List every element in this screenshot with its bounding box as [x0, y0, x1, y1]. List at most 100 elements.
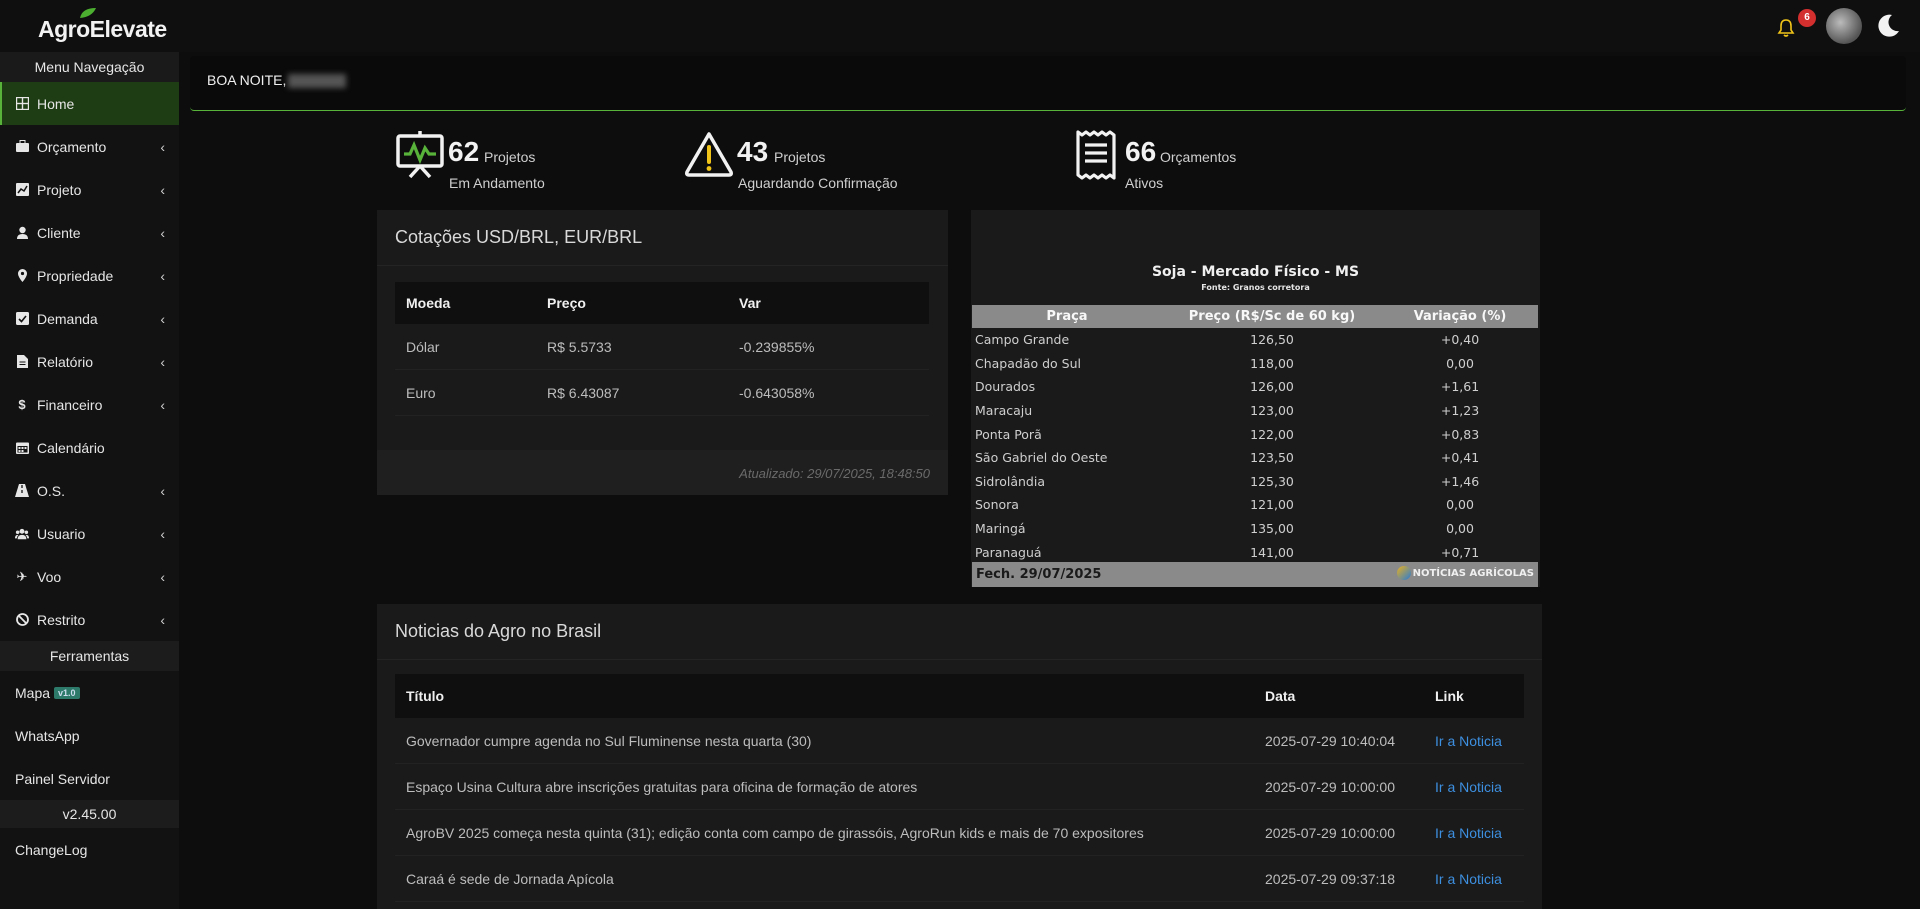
table-cell: 0,00: [1446, 355, 1474, 371]
news-link[interactable]: Ir a Noticia: [1424, 733, 1524, 749]
table-row: Ponta Porã 122,00 +0,83: [972, 422, 1538, 446]
changelog-label: ChangeLog: [15, 841, 88, 858]
table-cell: Sidrolândia: [975, 473, 1045, 489]
noticias-agricolas-logo[interactable]: NOTÍCIAS AGRÍCOLAS: [1396, 566, 1534, 580]
table-row: Paranaguá 141,00 +0,71: [972, 540, 1538, 564]
bell-icon[interactable]: [1776, 18, 1796, 38]
chevron-left-icon: ‹: [160, 483, 165, 499]
sidebar-item-propriedade[interactable]: Propriedade ‹: [0, 254, 179, 297]
table-cell: Maracaju: [975, 403, 1033, 419]
column-header: Moeda: [406, 295, 451, 311]
fx-updated-time: Atualizado: 29/07/2025, 18:48:50: [739, 466, 930, 481]
column-header: Var: [739, 295, 761, 311]
stat-sublabel: Ativos: [1125, 175, 1164, 191]
table-cell: Maringá: [975, 521, 1026, 537]
column-header: Título: [406, 688, 445, 704]
table-cell: +1,61: [1440, 379, 1480, 395]
tool-item-painel-servidor[interactable]: Painel Servidor: [0, 757, 179, 800]
fx-card-footer: Atualizado: 29/07/2025, 18:48:50: [377, 450, 948, 495]
stat-number: 66: [1125, 136, 1157, 167]
stat-number: 43: [737, 136, 769, 167]
table-cell: +1,23: [1440, 403, 1480, 419]
table-cell: Sonora: [975, 497, 1019, 513]
tool-item-label: Painel Servidor: [15, 770, 110, 787]
chevron-left-icon: ‹: [160, 397, 165, 413]
sidebar-item-orcamento[interactable]: Orçamento ‹: [0, 125, 179, 168]
app-version: v2.45.00: [0, 800, 179, 828]
tool-item-whatsapp[interactable]: WhatsApp: [0, 714, 179, 757]
sidebar-item-financeiro[interactable]: $ Financeiro ‹: [0, 383, 179, 426]
news-date: 2025-07-29 10:40:04: [1265, 732, 1395, 749]
table-cell: -0.239855%: [739, 338, 815, 355]
sidebar-item-calendario[interactable]: Calendário: [0, 426, 179, 469]
table-cell: Dólar: [406, 338, 440, 355]
sidebar-item-relatorio[interactable]: Relatório ‹: [0, 340, 179, 383]
sidebar-item-label: Calendário: [37, 439, 105, 456]
sidebar-item-cliente[interactable]: Cliente ‹: [0, 211, 179, 254]
leaf-icon: [80, 8, 96, 18]
sidebar-item-label: O.S.: [37, 482, 66, 499]
chart-icon: [15, 183, 29, 197]
soja-title: Soja - Mercado Físico - MS: [1151, 264, 1360, 280]
sidebar-item-projeto[interactable]: Projeto ‹: [0, 168, 179, 211]
table-row: Maracaju 123,00 +1,23: [972, 399, 1538, 423]
sidebar-item-os[interactable]: O.S. ‹: [0, 469, 179, 512]
stat-label: Orçamentos: [1160, 149, 1237, 165]
user-name-redacted: [288, 74, 347, 89]
table-cell: +1,46: [1440, 473, 1480, 489]
changelog-link[interactable]: ChangeLog: [0, 828, 179, 871]
sidebar-item-voo[interactable]: ✈ Voo ‹: [0, 555, 179, 598]
news-link[interactable]: Ir a Noticia: [1424, 825, 1524, 841]
sidebar-item-restrito[interactable]: Restrito ‹: [0, 598, 179, 641]
stat-sublabel: Aguardando Confirmação: [738, 175, 898, 191]
sidebar-item-label: Restrito: [37, 611, 86, 628]
map-pin-icon: [15, 269, 29, 283]
table-cell: 118,00: [1250, 355, 1294, 371]
soja-widget-header: [971, 210, 1540, 256]
tool-item-mapa[interactable]: Mapa v1.0: [0, 671, 179, 714]
table-row: Euro R$ 6.43087 -0.643058%: [395, 370, 929, 416]
news-table: Título Data Link Governador cumpre agend…: [395, 674, 1524, 902]
table-cell: 121,00: [1250, 497, 1294, 513]
sidebar-item-home[interactable]: Home: [0, 82, 179, 125]
chevron-left-icon: ‹: [160, 612, 165, 628]
sidebar-item-label: Relatório: [37, 353, 94, 370]
table-cell: +0,41: [1440, 450, 1480, 466]
table-cell: -0.643058%: [739, 384, 815, 401]
chevron-left-icon: ‹: [160, 354, 165, 370]
table-cell: +0,40: [1440, 332, 1480, 348]
column-header: Link: [1435, 688, 1464, 704]
table-row: Dólar R$ 5.5733 -0.239855%: [395, 324, 929, 370]
table-row: Espaço Usina Cultura abre inscrições gra…: [395, 764, 1524, 810]
news-card: Noticias do Agro no Brasil Título Data L…: [377, 604, 1542, 909]
table-row: Caraá é sede de Jornada Apícola 2025-07-2…: [395, 856, 1524, 902]
sidebar-menu-title: Menu Navegação: [0, 52, 179, 82]
sidebar-item-demanda[interactable]: Demanda ‹: [0, 297, 179, 340]
table-cell: +0,71: [1440, 544, 1480, 560]
greeting-bar: BOA NOITE,: [190, 56, 1906, 111]
soja-closing-date: Fech. 29/07/2025: [976, 567, 1102, 582]
fx-card-title: Cotações USD/BRL, EUR/BRL: [377, 210, 948, 266]
soja-market-widget: Soja - Mercado Físico - MS Fonte: Granos…: [971, 210, 1540, 587]
table-header: Título Data Link: [395, 674, 1524, 718]
receipt-icon: [1076, 130, 1116, 180]
table-row: AgroBV 2025 começa nesta quinta (31); ed…: [395, 810, 1524, 856]
moon-icon[interactable]: [1874, 12, 1902, 40]
ban-icon: [15, 613, 29, 627]
fx-card: Cotações USD/BRL, EUR/BRL Moeda Preço Va…: [377, 210, 948, 495]
column-header: Preço: [547, 295, 586, 311]
app-logo[interactable]: AgroElevate: [38, 16, 167, 43]
table-header: Moeda Preço Var: [395, 282, 929, 324]
column-header: Preço (R$/Sc de 60 kg): [1188, 309, 1356, 324]
news-date: 2025-07-29 10:00:00: [1265, 824, 1395, 841]
news-link[interactable]: Ir a Noticia: [1424, 779, 1524, 795]
presentation-chart-icon: [396, 131, 444, 179]
table-row: Sidrolândia 125,30 +1,46: [972, 470, 1538, 494]
avatar[interactable]: [1826, 8, 1862, 44]
news-link[interactable]: Ir a Noticia: [1424, 871, 1524, 887]
sidebar-item-usuario[interactable]: Usuario ‹: [0, 512, 179, 555]
sidebar-item-label: Cliente: [37, 224, 81, 241]
news-date: 2025-07-29 10:00:00: [1265, 778, 1395, 795]
table-cell: +0,83: [1440, 426, 1480, 442]
sidebar-item-label: Voo: [37, 568, 62, 585]
